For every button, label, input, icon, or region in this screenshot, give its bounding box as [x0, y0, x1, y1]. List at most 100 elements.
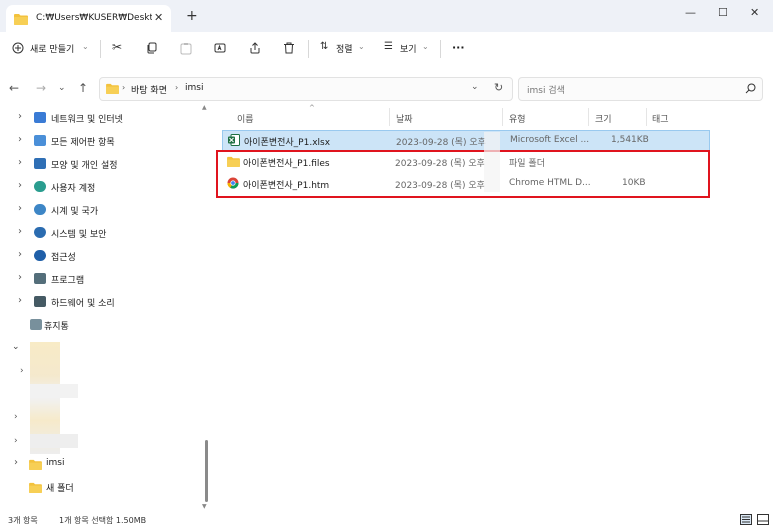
chevron-down-icon[interactable]: ⌄ — [12, 342, 20, 352]
copy-icon[interactable] — [146, 42, 158, 54]
file-size: 10KB — [622, 178, 646, 188]
chevron-down-icon: ⌄ — [358, 42, 365, 51]
more-options-button[interactable]: ··· — [452, 41, 465, 54]
new-button[interactable]: 새로 만들기 ⌄ — [10, 41, 100, 59]
file-date: 2023-09-28 (목) 오후 — [395, 181, 485, 191]
file-type: Chrome HTML D... — [509, 178, 591, 188]
column-header-size[interactable]: 크기 — [595, 112, 612, 125]
delete-icon[interactable] — [283, 42, 295, 54]
forward-arrow-icon[interactable]: → — [36, 81, 46, 95]
file-row[interactable]: 아이폰변전사_P1.htm 2023-09-28 (목) 오후 Chrome H… — [222, 174, 708, 194]
chevron-down-icon[interactable]: ⌄ — [471, 82, 479, 92]
column-header-name[interactable]: 이름 — [237, 112, 254, 125]
column-divider[interactable] — [588, 108, 589, 126]
sidebar-item-clock-region[interactable]: › 시계 및 국가 — [0, 200, 200, 220]
cut-icon[interactable]: ✂ — [112, 40, 122, 54]
control-panel-icon — [34, 135, 46, 146]
chevron-right-icon[interactable]: › — [18, 295, 22, 306]
sidebar-item-recycle-bin[interactable]: 휴지통 — [0, 315, 200, 335]
file-row-selected[interactable]: 아이폰변전사_P1.xlsx 2023-09-28 (목) 오후 Microso… — [222, 130, 710, 152]
share-icon[interactable] — [249, 42, 261, 54]
new-tab-button[interactable]: + — [186, 8, 198, 24]
folder-icon — [29, 459, 42, 470]
sort-button[interactable]: ⇅ 정렬 ⌄ — [318, 41, 370, 59]
chevron-right-icon[interactable]: › — [20, 366, 24, 376]
sidebar-item-system-security[interactable]: › 시스템 및 보안 — [0, 223, 200, 243]
view-icon: ☰ — [384, 41, 393, 52]
sidebar-item-imsi[interactable]: › imsi — [0, 454, 200, 474]
sidebar-scrollbar[interactable]: ▲ ▼ — [202, 104, 210, 514]
status-bar: 3개 항목 1개 항목 선택함 1.50MB — [0, 512, 773, 528]
folder-icon — [106, 83, 119, 94]
paste-icon[interactable] — [180, 42, 192, 55]
up-arrow-icon[interactable]: ↑ — [78, 81, 88, 95]
new-button-label: 새로 만들기 — [30, 45, 75, 55]
sidebar-item-accessibility[interactable]: › 접근성 — [0, 246, 200, 266]
chevron-right-icon: › — [175, 83, 179, 92]
sidebar-item-label: 시계 및 국가 — [51, 207, 99, 217]
chevron-right-icon[interactable]: › — [18, 203, 22, 214]
file-name: 아이폰변전사_P1.htm — [243, 181, 330, 191]
file-size: 1,541KB — [611, 135, 649, 145]
rename-icon[interactable] — [214, 42, 226, 54]
window-close-button[interactable]: ✕ — [750, 6, 759, 19]
column-divider[interactable] — [389, 108, 390, 126]
column-divider[interactable] — [502, 108, 503, 126]
sidebar-item-control-panel[interactable]: › 모든 제어판 항목 — [0, 131, 200, 151]
divider — [100, 40, 101, 58]
tab-close-icon[interactable]: ✕ — [154, 11, 163, 24]
chevron-right-icon[interactable]: › — [18, 272, 22, 283]
maximize-button[interactable]: ☐ — [718, 6, 728, 19]
chevron-right-icon[interactable]: › — [18, 226, 22, 237]
column-header-type[interactable]: 유형 — [509, 112, 526, 125]
chevron-right-icon[interactable]: › — [18, 180, 22, 191]
sidebar-item-user-accounts[interactable]: › 사용자 계정 — [0, 177, 200, 197]
column-header-date[interactable]: 날짜 — [396, 112, 413, 125]
chevron-right-icon[interactable]: › — [14, 457, 18, 468]
recent-locations-icon[interactable]: ⌄ — [58, 83, 66, 93]
tiles-view-icon[interactable] — [757, 514, 769, 525]
sidebar-item-new-folder[interactable]: 새 폴더 — [0, 477, 200, 497]
sidebar-item-label: imsi — [46, 458, 65, 468]
back-arrow-icon[interactable]: ← — [9, 81, 19, 95]
chevron-right-icon: › — [122, 83, 126, 92]
address-bar[interactable]: › 바탕 화면 › imsi ⌄ ↻ — [99, 77, 513, 101]
column-header-tag[interactable]: 태그 — [652, 112, 669, 125]
title-bar: C:₩Users₩KUSER₩Desktop₩i ✕ + — ☐ ✕ — [0, 0, 773, 32]
sidebar-item-hardware-sound[interactable]: › 하드웨어 및 소리 — [0, 292, 200, 312]
chevron-down-icon: ⌄ — [82, 42, 89, 51]
breadcrumb-desktop[interactable]: 바탕 화면 — [131, 83, 167, 96]
chevron-right-icon[interactable]: › — [18, 111, 22, 122]
search-icon[interactable] — [745, 83, 756, 94]
file-type: Microsoft Excel ... — [510, 135, 590, 145]
column-divider[interactable] — [646, 108, 647, 126]
sidebar-item-programs[interactable]: › 프로그램 — [0, 269, 200, 289]
blurred-item — [30, 434, 78, 448]
scrollbar-thumb[interactable] — [205, 440, 208, 502]
details-view-icon[interactable] — [740, 514, 752, 525]
sort-icon: ⇅ — [320, 41, 329, 52]
chevron-right-icon[interactable]: › — [14, 412, 18, 422]
breadcrumb-imsi[interactable]: imsi — [185, 83, 203, 93]
explorer-tab[interactable]: C:₩Users₩KUSER₩Desktop₩i ✕ — [6, 5, 171, 32]
chevron-right-icon[interactable]: › — [14, 436, 18, 446]
excel-icon — [228, 134, 240, 146]
search-box[interactable]: imsi 검색 — [518, 77, 763, 101]
sidebar-item-network[interactable]: › 네트워크 및 인터넷 — [0, 108, 200, 128]
refresh-icon[interactable]: ↻ — [494, 81, 503, 94]
sidebar-item-label: 프로그램 — [51, 276, 85, 286]
chevron-right-icon[interactable]: › — [18, 157, 22, 168]
accessibility-icon — [34, 250, 46, 261]
minimize-button[interactable]: — — [685, 6, 696, 19]
sidebar-item-appearance[interactable]: › 모양 및 개인 설정 — [0, 154, 200, 174]
scroll-down-icon[interactable]: ▼ — [202, 503, 207, 510]
file-row[interactable]: 아이폰변전사_P1.files 2023-09-28 (목) 오후 파일 폴더 — [222, 152, 708, 172]
chevron-right-icon[interactable]: › — [18, 134, 22, 145]
network-icon — [34, 112, 46, 123]
sidebar-item-label: 휴지통 — [44, 322, 69, 332]
view-button[interactable]: ☰ 보기 ⌄ — [382, 41, 434, 59]
scroll-up-icon[interactable]: ▲ — [202, 104, 207, 111]
folder-icon — [29, 482, 42, 493]
sidebar-item-label: 네트워크 및 인터넷 — [51, 115, 123, 125]
chevron-right-icon[interactable]: › — [18, 249, 22, 260]
